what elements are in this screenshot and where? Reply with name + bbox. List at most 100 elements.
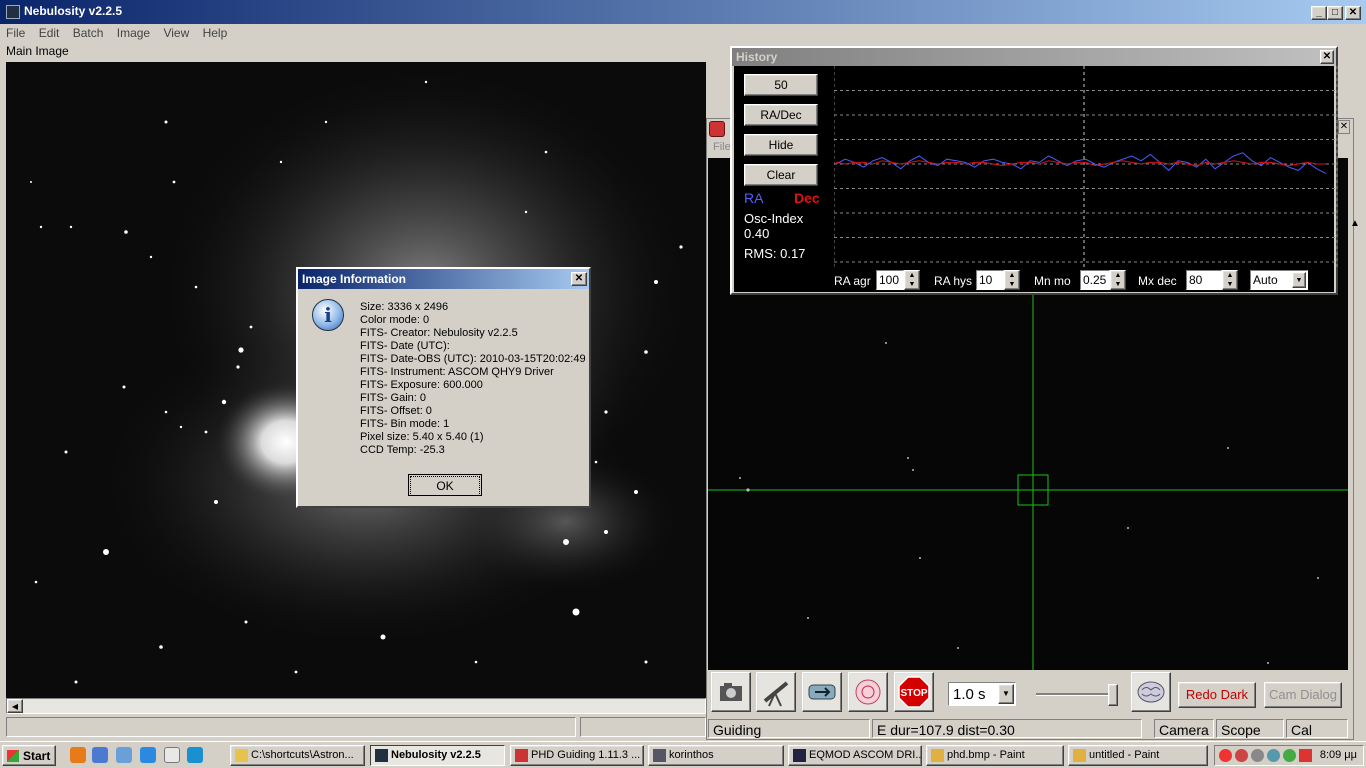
nebulosity-icon: [375, 749, 388, 762]
dialog-close-icon[interactable]: ✕: [571, 272, 587, 286]
redo-dark-button[interactable]: Redo Dark: [1178, 682, 1256, 708]
firefox-icon[interactable]: [70, 747, 86, 763]
folder-icon: [235, 749, 248, 762]
close-button[interactable]: ✕: [1345, 6, 1361, 20]
chevron-down-icon[interactable]: ▼: [998, 684, 1014, 704]
svg-text:STOP: STOP: [900, 688, 927, 699]
info-line: Color mode: 0: [360, 314, 430, 326]
clear-button[interactable]: Clear: [744, 164, 818, 186]
tray-opera-icon[interactable]: [1219, 749, 1232, 762]
ra-dec-button[interactable]: RA/Dec: [744, 104, 818, 126]
gamma-slider-track[interactable]: [1036, 693, 1116, 696]
menu-view[interactable]: View: [163, 26, 189, 40]
cam-dialog-button[interactable]: Cam Dialog: [1264, 682, 1342, 708]
ra-hys-spinner-icon[interactable]: ▲ ▼: [1004, 270, 1020, 290]
taskbar-button-label: Nebulosity v2.2.5: [391, 749, 481, 761]
volume-icon[interactable]: [1299, 749, 1312, 762]
history-graph: [834, 66, 1338, 270]
taskbar-button[interactable]: EQMOD ASCOM DRI...: [788, 745, 922, 766]
dec-mode-select[interactable]: Auto ▼: [1250, 270, 1308, 290]
menu-image[interactable]: Image: [117, 26, 150, 40]
legend-ra: RA: [744, 190, 764, 206]
brain-guide-icon[interactable]: [848, 672, 888, 712]
stop-icon[interactable]: STOP: [894, 672, 934, 712]
history-title-bar[interactable]: History: [732, 48, 1336, 66]
taskbar-button-label: phd.bmp - Paint: [947, 749, 1025, 761]
browser-icon[interactable]: [92, 747, 108, 763]
maximize-button[interactable]: □: [1327, 6, 1343, 20]
tray-app-icon[interactable]: [1235, 749, 1248, 762]
info-line: FITS- Creator: Nebulosity v2.2.5: [360, 327, 518, 339]
main-status-bar: [6, 717, 706, 737]
ra-hys-input[interactable]: 10: [976, 270, 1004, 290]
info-line: FITS- Instrument: ASCOM QHY9 Driver: [360, 366, 554, 378]
menu-file[interactable]: File: [6, 26, 25, 40]
search-icon[interactable]: [187, 747, 203, 763]
rms-value: RMS: 0.17: [744, 246, 806, 261]
length-50-button[interactable]: 50: [744, 74, 818, 96]
taskbar-button[interactable]: untitled - Paint: [1068, 745, 1208, 766]
notepad-icon[interactable]: [164, 747, 180, 763]
max-dec-spinner-icon[interactable]: ▲ ▼: [1222, 270, 1238, 290]
loop-icon[interactable]: [802, 672, 842, 712]
tray-network-icon[interactable]: [1267, 749, 1280, 762]
ok-button[interactable]: OK: [408, 474, 482, 496]
scroll-up-arrow-icon[interactable]: ▲: [1350, 218, 1366, 236]
minimize-button[interactable]: _: [1311, 6, 1327, 20]
chevron-down-icon[interactable]: ▼: [1292, 272, 1306, 288]
network-icon[interactable]: [116, 747, 132, 763]
min-move-input[interactable]: 0.25: [1080, 270, 1110, 290]
telescope-icon[interactable]: [756, 672, 796, 712]
taskbar-button-label: PHD Guiding 1.11.3 ...: [531, 749, 641, 761]
dec-mode-value: Auto: [1253, 273, 1278, 287]
dialog-title: Image Information: [302, 272, 407, 286]
taskbar-button[interactable]: phd.bmp - Paint: [926, 745, 1064, 766]
history-close-icon[interactable]: ✕: [1320, 50, 1334, 64]
info-line: FITS- Gain: 0: [360, 392, 427, 404]
camera-icon[interactable]: [711, 672, 751, 712]
min-move-label: Mn mo: [1034, 274, 1071, 288]
osc-index-value: 0.40: [744, 226, 770, 241]
taskbar-button[interactable]: C:\shortcuts\Astron...: [230, 745, 365, 766]
tray-update-icon[interactable]: [1251, 749, 1264, 762]
dialog-title-bar[interactable]: Image Information: [298, 269, 589, 289]
phd-close-icon[interactable]: ✕: [1338, 120, 1350, 134]
main-title-bar[interactable]: Nebulosity v2.2.5: [0, 0, 1366, 24]
phd-menu-file[interactable]: File: [713, 141, 731, 153]
system-tray: 8:09 μμ: [1214, 745, 1364, 766]
phd-app-icon[interactable]: [709, 121, 725, 137]
phd-toolbar: STOP 1.0 s ▼ Redo Dark Cam Dialog: [708, 672, 1348, 718]
info-line: FITS- Date (UTC):: [360, 340, 450, 352]
taskbar-button[interactable]: PHD Guiding 1.11.3 ...: [510, 745, 644, 766]
menu-batch[interactable]: Batch: [73, 26, 104, 40]
taskbar-button-label: EQMOD ASCOM DRI...: [809, 749, 922, 761]
max-dec-input[interactable]: 80: [1186, 270, 1222, 290]
taskbar-button[interactable]: korinthos: [648, 745, 784, 766]
status-pane-1: [6, 717, 576, 737]
scroll-left-arrow-icon[interactable]: ◀: [7, 699, 23, 713]
start-button[interactable]: Start: [2, 745, 56, 766]
eqmod-icon: [793, 749, 806, 762]
min-move-spinner-icon[interactable]: ▲ ▼: [1110, 270, 1126, 290]
start-label: Start: [23, 749, 51, 763]
ra-agr-input[interactable]: 100: [876, 270, 904, 290]
tray-security-icon[interactable]: [1283, 749, 1296, 762]
ra-agr-spinner-icon[interactable]: ▲ ▼: [904, 270, 920, 290]
nebulosity-app-icon[interactable]: [6, 5, 20, 19]
ie-icon[interactable]: [140, 747, 156, 763]
paint-icon: [931, 749, 944, 762]
menu-edit[interactable]: Edit: [39, 26, 60, 40]
history-title: History: [736, 50, 778, 64]
clock[interactable]: 8:09 μμ: [1320, 749, 1357, 761]
hide-button[interactable]: Hide: [744, 134, 818, 156]
taskbar-button[interactable]: Nebulosity v2.2.5: [370, 745, 505, 766]
exposure-select[interactable]: 1.0 s ▼: [948, 682, 1016, 706]
gamma-slider-thumb[interactable]: [1108, 684, 1118, 706]
horizontal-scrollbar[interactable]: ◀: [6, 698, 706, 714]
brain-icon[interactable]: [1131, 672, 1171, 712]
windows-logo-icon: [7, 750, 19, 762]
taskbar: Start C:\shortcuts\Astron... Nebulosity v…: [0, 741, 1366, 768]
history-window: History ✕ 50 RA/Dec Hide Clear RA Dec Os…: [730, 46, 1338, 295]
menu-help[interactable]: Help: [203, 26, 228, 40]
info-line: CCD Temp: -25.3: [360, 444, 445, 456]
